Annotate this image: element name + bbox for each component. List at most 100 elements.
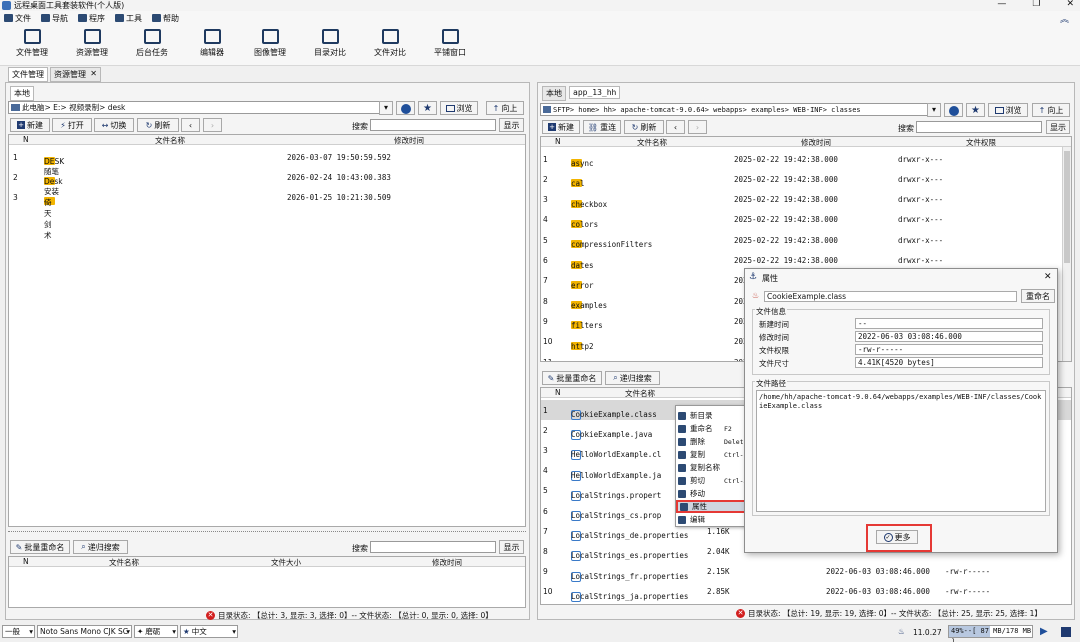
file-path-text[interactable]: /home/hh/apache-tomcat-9.0.64/webapps/ex…: [756, 390, 1046, 512]
mode-select[interactable]: 一般 ▾: [2, 625, 35, 638]
table-row[interactable]: 2 cal 2025-02-22 19:42:38.000 drwxr-x---: [541, 169, 1061, 189]
collapse-toolbar-icon[interactable]: ︽: [1060, 12, 1069, 25]
search-input[interactable]: [370, 119, 496, 131]
table-row[interactable]: 10 LocalStrings_ja.properties 2.85K 2022-06…: [541, 582, 1071, 602]
theme-select[interactable]: ✦ 磨砺 ▾: [134, 625, 178, 638]
context-item-edit[interactable]: 编辑: [676, 513, 754, 526]
splitter[interactable]: [8, 531, 526, 533]
new-button[interactable]: + 新建: [10, 118, 50, 132]
left-path-bar[interactable]: 此电脑> E:> 视频录制> desk: [8, 101, 393, 114]
show-button[interactable]: 显示: [499, 118, 524, 132]
toolbar-dir-compare-button[interactable]: 目录对比: [308, 29, 352, 58]
right-download-button[interactable]: [944, 103, 963, 117]
dialog-rename-button[interactable]: 重命名: [1021, 289, 1055, 303]
left-pane: 本地 此电脑> E:> 视频录制> desk ▾ ★ 浏览 ↑ 向上 + 新建 ⚡ 打…: [5, 82, 530, 620]
tab-right-local[interactable]: 本地: [542, 86, 566, 101]
table-row[interactable]: 9 LocalStrings_fr.properties 2.15K 2022-06-…: [541, 562, 1071, 582]
right-favorite-button[interactable]: ★: [966, 103, 985, 117]
language-select[interactable]: ★ 中文 ▾: [180, 625, 238, 638]
right-forward-button[interactable]: ›: [688, 120, 707, 134]
right-batch-rename-button[interactable]: ✎ 批量重命名: [542, 371, 602, 385]
table-row[interactable]: 4 colors 2025-02-22 19:42:38.000 drwxr-x---: [541, 210, 1061, 230]
toolbar-label: 图像管理: [254, 48, 286, 57]
switch-button[interactable]: ↔ 切换: [94, 118, 134, 132]
refresh-button[interactable]: ↻ 刷新: [137, 118, 179, 132]
toolbar-tile-windows-button[interactable]: 平铺窗口: [428, 29, 472, 58]
memory-bar[interactable]: 49%--[ 87 MB/178 MB ]: [948, 625, 1033, 642]
right-up-button[interactable]: ↑ 向上: [1032, 103, 1070, 117]
context-item-delete[interactable]: 删除 Delete: [676, 435, 754, 448]
toolbar-resource-manager-button[interactable]: 资源管理: [70, 29, 114, 58]
right-back-button[interactable]: ‹: [666, 120, 685, 134]
field-value[interactable]: -rw-r-----: [855, 344, 1043, 355]
row-name-text: HelloWorldExample.cl: [571, 450, 662, 460]
toolbar-background-tasks-button[interactable]: 后台任务: [130, 29, 174, 58]
back-button[interactable]: ‹: [181, 118, 200, 132]
tab-resource-manager[interactable]: 资源管理 ✕: [50, 67, 101, 82]
table-row[interactable]: 1 async 2025-02-22 19:42:38.000 drwxr-x---: [541, 149, 1061, 169]
right-show-button[interactable]: 显示: [1046, 120, 1070, 134]
maximize-button[interactable]: ❐: [1032, 0, 1040, 9]
table-row[interactable]: 2 Desk安装 2026-02-24 10:43:00.383: [9, 167, 525, 197]
menu-item-2[interactable]: 程序: [78, 13, 105, 24]
batch-show-button[interactable]: 显示: [499, 540, 524, 554]
right-refresh-button[interactable]: ↻ 刷新: [624, 120, 664, 134]
context-item-cut[interactable]: 剪切 Ctrl-X: [676, 474, 754, 487]
path-dropdown-button[interactable]: ▾: [379, 101, 393, 115]
toolbar-image-manager-button[interactable]: 图像管理: [248, 29, 292, 58]
menu-item-3[interactable]: 工具: [115, 13, 142, 24]
toolbar-file-manager-button[interactable]: 文件管理: [10, 29, 54, 58]
toolbar-editor-button[interactable]: 编辑器: [190, 29, 234, 58]
close-tab-icon[interactable]: ✕: [90, 69, 97, 78]
forward-button[interactable]: ›: [203, 118, 222, 132]
right-scrollbar[interactable]: [1062, 147, 1071, 361]
reconnect-button[interactable]: ⛓ 重连: [583, 120, 621, 134]
table-row[interactable]: 1 DESK随笔 2026-03-07 19:50:59.592: [9, 147, 525, 177]
field-value[interactable]: 4.41K[4520 bytes]: [855, 357, 1043, 368]
table-row[interactable]: 5 compressionFilters 2025-02-22 19:42:38.0…: [541, 230, 1061, 250]
context-item-move[interactable]: 移动: [676, 487, 754, 500]
context-item-properties[interactable]: 属性: [676, 500, 754, 513]
download-button[interactable]: [396, 101, 415, 115]
theme-value: 磨砺: [145, 627, 161, 636]
table-row[interactable]: 3 倚天剑术 2026-01-25 10:21:30.509: [9, 187, 525, 241]
right-new-button[interactable]: + 新建: [542, 120, 580, 134]
table-row[interactable]: 3 checkbox 2025-02-22 19:42:38.000 drwxr-x-…: [541, 190, 1061, 210]
right-search-input[interactable]: [916, 121, 1042, 133]
toolbar-file-compare-button[interactable]: 文件对比: [368, 29, 412, 58]
context-item-new-folder[interactable]: 新目录: [676, 409, 754, 422]
right-recursive-search-button[interactable]: ⌕ 递归搜索: [605, 371, 660, 385]
font-select[interactable]: Noto Sans Mono CJK SC ▾: [37, 625, 132, 638]
tab-app-13-hh[interactable]: app_13_hh: [569, 86, 621, 99]
row-number: 8: [543, 296, 548, 306]
favorite-button[interactable]: ★: [418, 101, 437, 115]
right-path-bar[interactable]: SFTP> home> hh> apache-tomcat-9.0.64> we…: [540, 103, 930, 116]
row-name-text: LocalStrings_cs.prop: [571, 511, 662, 520]
recursive-search-button[interactable]: ⌕ 递归搜索: [73, 540, 128, 554]
right-path-dropdown-button[interactable]: ▾: [927, 103, 941, 117]
more-button[interactable]: ✓ 更多: [876, 530, 918, 544]
right-browse-button[interactable]: 浏览: [988, 103, 1028, 117]
batch-col-name: 文件名称: [109, 558, 139, 567]
stop-button[interactable]: [1061, 627, 1071, 637]
minimize-button[interactable]: —: [997, 0, 1006, 9]
context-item-copy[interactable]: 复制 Ctrl-C: [676, 448, 754, 461]
field-value[interactable]: --: [855, 318, 1043, 329]
batch-rename-button[interactable]: ✎ 批量重命名: [10, 540, 70, 554]
tab-file-manager[interactable]: 文件管理: [8, 67, 48, 82]
batch-search-input[interactable]: [370, 541, 496, 553]
context-item-rename[interactable]: 重命名 F2: [676, 422, 754, 435]
play-button[interactable]: ▶: [1040, 626, 1048, 637]
browse-button[interactable]: 浏览: [440, 101, 478, 115]
menu-item-4[interactable]: 帮助: [152, 13, 179, 24]
menu-item-1[interactable]: 导航: [41, 13, 68, 24]
context-item-copy-name[interactable]: 复制名称: [676, 461, 754, 474]
up-button[interactable]: ↑ 向上: [486, 101, 524, 115]
menu-item-0[interactable]: 文件: [4, 13, 31, 24]
tab-local[interactable]: 本地: [10, 86, 34, 101]
open-button[interactable]: ⚡ 打开: [52, 118, 92, 132]
filename-field[interactable]: CookieExample.class: [764, 291, 1017, 302]
field-value[interactable]: 2022-06-03 03:08:46.000: [855, 331, 1043, 342]
close-window-button[interactable]: ✕: [1066, 0, 1074, 9]
dialog-close-button[interactable]: ✕: [1044, 272, 1052, 282]
